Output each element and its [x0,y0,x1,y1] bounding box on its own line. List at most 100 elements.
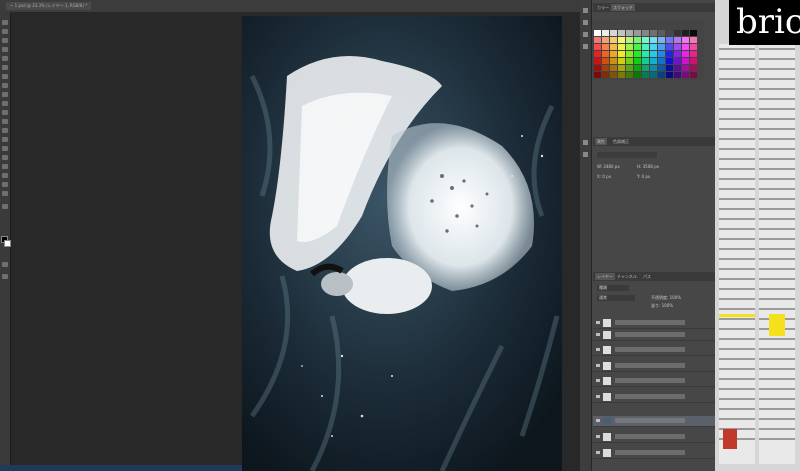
more-tools-icon[interactable] [2,204,8,209]
strip-line [719,198,755,200]
swatch [594,51,601,57]
strip-line [759,218,795,220]
crop-tool-icon[interactable] [2,56,8,61]
move-tool-icon[interactable] [2,20,8,25]
bride-underwater-photo [242,16,562,471]
dodge-tool-icon[interactable] [2,137,8,142]
layer-row[interactable] [593,361,716,372]
visibility-eye-icon[interactable] [596,348,600,351]
visibility-eye-icon[interactable] [596,364,600,367]
layer-filter-select[interactable]: 種類 [597,285,629,291]
properties-width[interactable]: W: 2480 px [597,164,620,169]
tab-layers[interactable]: レイヤー [595,273,615,280]
swatch [634,72,641,78]
visibility-eye-icon[interactable] [596,395,600,398]
shape-tool-icon[interactable] [2,173,8,178]
hand-tool-icon[interactable] [2,182,8,187]
layer-row[interactable] [593,448,716,459]
swatch [650,37,657,43]
strip-line [759,338,795,340]
panel-icon[interactable] [583,152,588,157]
swatch [658,65,665,71]
layer-row[interactable] [593,392,716,403]
layer-row[interactable] [593,318,716,329]
strip-line [719,268,755,270]
visibility-eye-icon[interactable] [596,419,600,422]
swatch [666,37,673,43]
canvas-image[interactable] [242,16,562,471]
quick-select-tool-icon[interactable] [2,47,8,52]
panel-icon[interactable] [583,20,588,25]
properties-height[interactable]: H: 3508 px [637,164,659,169]
swatch [682,65,689,71]
blend-mode-select[interactable]: 通常 [597,295,635,301]
panel-icon[interactable] [583,44,588,49]
gradient-tool-icon[interactable] [2,119,8,124]
screen-mode-icon[interactable] [2,274,8,279]
tab-adjustments[interactable]: 色調補正 [611,138,631,145]
swatch [610,58,617,64]
layer-name [615,347,685,352]
opacity-field[interactable]: 不透明度: 100% [651,295,681,301]
quick-mask-icon[interactable] [2,262,8,267]
tab-paths[interactable]: パス [641,273,653,280]
swatch [658,51,665,57]
swatch [626,58,633,64]
path-select-tool-icon[interactable] [2,164,8,169]
zoom-tool-icon[interactable] [2,191,8,196]
pen-tool-icon[interactable] [2,146,8,151]
visibility-eye-icon[interactable] [596,451,600,454]
visibility-eye-icon[interactable] [596,435,600,438]
blur-tool-icon[interactable] [2,128,8,133]
brush-tool-icon[interactable] [2,83,8,88]
swatch [602,65,609,71]
strip-line [719,348,755,350]
swatches-grid[interactable] [592,20,704,80]
clone-stamp-tool-icon[interactable] [2,92,8,97]
swatch [602,44,609,50]
swatch [642,72,649,78]
layer-row[interactable] [593,345,716,356]
tab-color[interactable]: カラー [595,4,611,11]
background-color-swatch[interactable] [4,240,11,247]
marquee-tool-icon[interactable] [2,29,8,34]
swatch [602,30,609,36]
history-brush-tool-icon[interactable] [2,101,8,106]
strip-line [759,88,795,90]
strip-line [719,128,755,130]
visibility-eye-icon[interactable] [596,321,600,324]
eraser-tool-icon[interactable] [2,110,8,115]
fill-field[interactable]: 塗り: 100% [651,303,673,309]
tab-channels[interactable]: チャンネル [615,273,639,280]
properties-x[interactable]: X: 0 px [597,174,611,179]
properties-y[interactable]: Y: 0 px [637,174,650,179]
panel-icon[interactable] [583,140,588,145]
tab-properties[interactable]: 属性 [595,138,607,145]
healing-brush-tool-icon[interactable] [2,74,8,79]
swatch [650,51,657,57]
eyedropper-tool-icon[interactable] [2,65,8,70]
panel-icon[interactable] [583,32,588,37]
panel-icon[interactable] [583,8,588,13]
layer-row[interactable] [593,330,716,341]
layer-row[interactable] [593,432,716,443]
layer-row[interactable] [593,376,716,387]
document-tab[interactable]: ~ 1 psd @ 33.3% (レイヤー 1, RGB/8) * [6,2,92,10]
swatch [602,37,609,43]
strip-line [719,318,755,320]
visibility-eye-icon[interactable] [596,379,600,382]
swatch [602,58,609,64]
layer-row-selected[interactable] [593,416,716,427]
lasso-tool-icon[interactable] [2,38,8,43]
swatch [682,58,689,64]
visibility-eye-icon[interactable] [596,333,600,336]
strip-line [719,168,755,170]
type-tool-icon[interactable] [2,155,8,160]
strip-line [759,58,795,60]
swatch [618,44,625,50]
swatch [650,30,657,36]
swatch [626,37,633,43]
tab-swatches[interactable]: スウォッチ [611,4,635,11]
swatch [682,44,689,50]
strip-line [719,88,755,90]
